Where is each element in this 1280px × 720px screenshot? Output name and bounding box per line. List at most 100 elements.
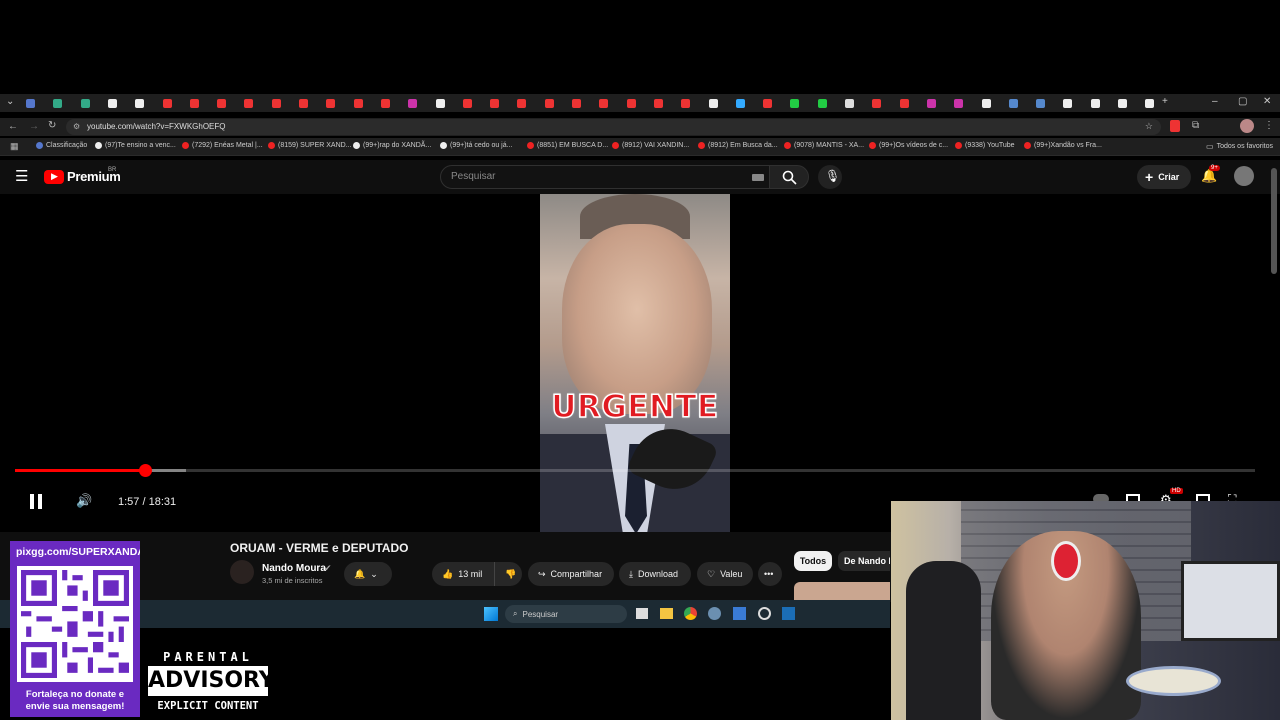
app-icon[interactable] xyxy=(708,607,721,620)
channel-avatar[interactable] xyxy=(230,560,254,584)
browser-tab[interactable] xyxy=(517,97,543,109)
browser-tab[interactable] xyxy=(326,97,352,109)
browser-tab[interactable] xyxy=(708,97,735,109)
bookmark-item[interactable]: (99+)rap do XANDÃ... xyxy=(353,142,431,149)
app-icon[interactable] xyxy=(733,607,746,620)
browser-tab[interactable] xyxy=(1063,97,1089,109)
dislike-button[interactable]: 👎 xyxy=(494,562,522,586)
browser-tab[interactable] xyxy=(408,97,434,109)
browser-tab[interactable] xyxy=(845,97,871,109)
browser-tab[interactable] xyxy=(544,97,571,109)
browser-tab[interactable] xyxy=(926,97,953,109)
browser-tab[interactable] xyxy=(26,97,52,109)
browser-tab[interactable] xyxy=(899,97,926,109)
forward-icon[interactable]: → xyxy=(29,121,39,132)
bookmark-star-icon[interactable]: ☆ xyxy=(1145,121,1153,132)
recommended-thumbnail[interactable] xyxy=(794,582,890,602)
url-box[interactable]: ⚙ youtube.com/watch?v=FXWKGhOEFQ ☆ xyxy=(66,119,1161,135)
windows-start-icon[interactable] xyxy=(484,607,498,621)
bookmark-item[interactable]: (8159) SUPER XAND... xyxy=(268,142,352,149)
thanks-button[interactable]: ♡ Valeu xyxy=(697,562,753,586)
browser-tab[interactable] xyxy=(653,97,680,109)
chip-all[interactable]: Todos xyxy=(794,551,832,571)
bookmark-item[interactable]: (99+)Os vídeos de c... xyxy=(869,142,948,149)
close-window-icon[interactable]: ✕ xyxy=(1263,96,1271,107)
browser-tab[interactable] xyxy=(1118,97,1144,109)
bookmark-item[interactable]: (8912) Em Busca da... xyxy=(698,142,778,149)
search-input[interactable]: Pesquisar xyxy=(451,171,495,182)
browser-tab[interactable] xyxy=(53,97,79,109)
avatar[interactable] xyxy=(1234,166,1254,186)
progress-bar[interactable] xyxy=(15,464,1255,477)
browser-tab[interactable] xyxy=(954,97,980,109)
browser-tab[interactable] xyxy=(1008,97,1035,109)
video-player[interactable]: URGENTE 🔊 1:57 / 18:31 ⚙ HD ⛶ xyxy=(0,194,1280,532)
app-icon[interactable] xyxy=(758,607,771,620)
minimize-icon[interactable]: – xyxy=(1212,96,1218,107)
youtube-logo-icon[interactable]: ▶ xyxy=(44,170,64,184)
browser-tab[interactable] xyxy=(189,97,216,109)
voice-search-button[interactable]: 🎙 xyxy=(818,165,842,189)
browser-tab[interactable] xyxy=(135,97,161,109)
keyboard-icon[interactable] xyxy=(752,174,764,181)
all-bookmarks[interactable]: ▭ Todos os favoritos xyxy=(1206,142,1273,151)
browser-tab[interactable] xyxy=(1090,97,1117,109)
back-icon[interactable]: ← xyxy=(8,121,18,132)
bookmark-item[interactable]: (99+)Xandão vs Fra... xyxy=(1024,142,1102,149)
browser-tab[interactable] xyxy=(599,97,625,109)
subscribed-button[interactable]: 🔔 ⌄ xyxy=(344,562,392,586)
browser-menu-icon[interactable]: ⋮ xyxy=(1264,120,1274,131)
bookmark-item[interactable]: (9078) MANTIS - XA... xyxy=(784,142,864,149)
browser-tab[interactable] xyxy=(299,97,325,109)
browser-tab[interactable] xyxy=(735,97,762,109)
more-actions-button[interactable]: ••• xyxy=(758,562,782,586)
browser-tab[interactable] xyxy=(162,97,189,109)
browser-tab[interactable] xyxy=(490,97,516,109)
search-box[interactable]: Pesquisar xyxy=(440,165,770,189)
apps-grid-icon[interactable]: ▦ xyxy=(10,141,19,152)
browser-tab[interactable] xyxy=(1036,97,1062,109)
browser-tab[interactable] xyxy=(572,97,598,109)
site-info-icon[interactable]: ⚙ xyxy=(73,122,80,131)
download-button[interactable]: ⤓ Download xyxy=(619,562,691,586)
bookmark-item[interactable]: (97)Te ensino a venc... xyxy=(95,142,176,149)
page-scrollbar[interactable] xyxy=(1271,168,1277,274)
extensions-puzzle-icon[interactable]: ⧉ xyxy=(1192,120,1199,131)
bookmark-item[interactable]: (8912) VAI XANDIN... xyxy=(612,142,689,149)
browser-tab[interactable] xyxy=(107,97,134,109)
browser-tab[interactable] xyxy=(681,97,707,109)
browser-tab[interactable] xyxy=(763,97,789,109)
maximize-icon[interactable]: ▢ xyxy=(1238,96,1247,107)
browser-tab[interactable] xyxy=(462,97,489,109)
bookmark-item[interactable]: (8851) EM BUSCA D... xyxy=(527,142,608,149)
share-button[interactable]: ↪ Compartilhar xyxy=(528,562,614,586)
browser-tab[interactable] xyxy=(380,97,407,109)
url-text[interactable]: youtube.com/watch?v=FXWKGhOEFQ xyxy=(87,122,226,131)
browser-tab[interactable] xyxy=(217,97,243,109)
chip-channel[interactable]: De Nando M xyxy=(838,551,890,571)
new-tab-icon[interactable]: + xyxy=(1162,96,1168,107)
volume-icon[interactable]: 🔊 xyxy=(76,493,92,509)
browser-tab[interactable] xyxy=(790,97,816,109)
browser-tab[interactable] xyxy=(353,97,380,109)
search-button[interactable] xyxy=(769,165,809,189)
create-button[interactable]: + Criar xyxy=(1137,165,1191,189)
like-button[interactable]: 👍 13 mil xyxy=(432,562,494,586)
browser-tab[interactable] xyxy=(872,97,898,109)
browser-tab[interactable] xyxy=(271,97,298,109)
video-frame[interactable]: URGENTE xyxy=(540,194,730,532)
bookmark-item[interactable]: (9338) YouTube xyxy=(955,142,1015,149)
file-explorer-icon[interactable] xyxy=(660,608,673,619)
browser-tab[interactable] xyxy=(80,97,107,109)
browser-tab[interactable] xyxy=(244,97,270,109)
browser-tab[interactable] xyxy=(817,97,844,109)
chrome-icon[interactable] xyxy=(684,607,697,620)
extension-icon[interactable] xyxy=(1170,120,1180,132)
reload-icon[interactable]: ↻ xyxy=(48,120,56,131)
profile-avatar[interactable] xyxy=(1240,119,1254,133)
menu-icon[interactable]: ☰ xyxy=(15,167,28,185)
task-view-icon[interactable] xyxy=(636,608,648,619)
bookmark-item[interactable]: Classificação xyxy=(36,142,87,149)
bookmark-item[interactable]: (7292) Enéas Metal |... xyxy=(182,142,263,149)
browser-tab[interactable] xyxy=(626,97,653,109)
